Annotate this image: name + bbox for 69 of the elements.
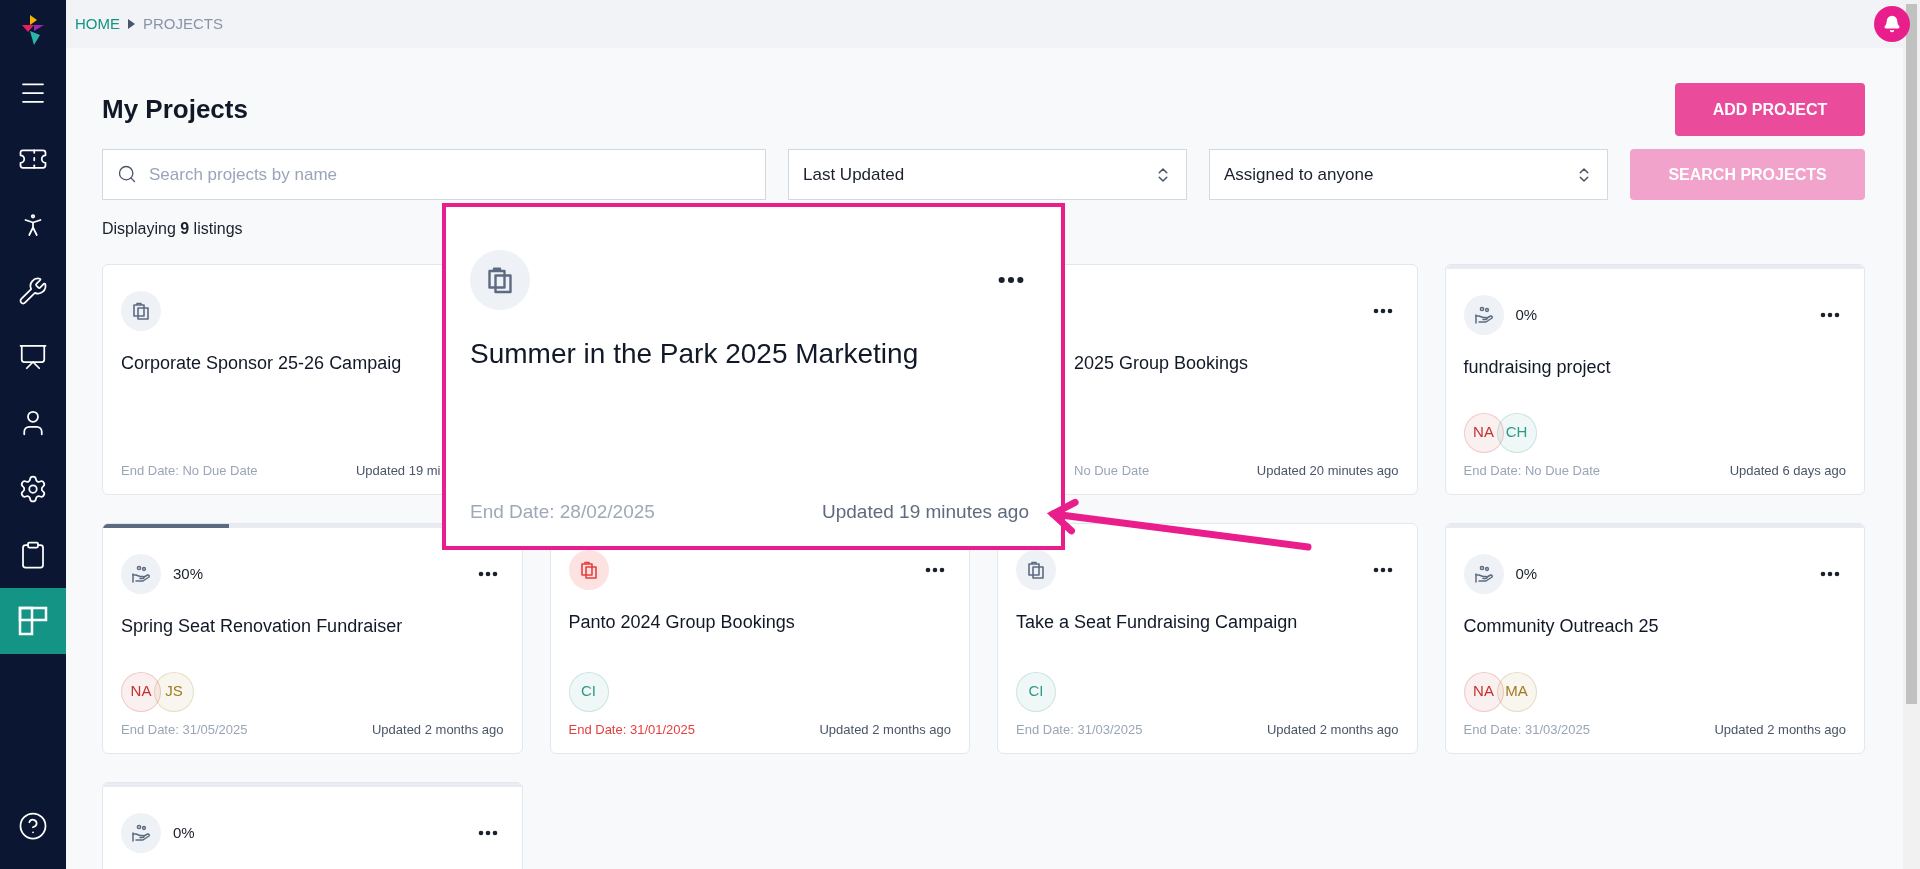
project-title: Take a Seat Fundraising Campaign bbox=[1016, 611, 1299, 634]
project-card[interactable]: 30% Spring Seat Renovation Fundraiser NA JS End Date: 31/05/2025 Updated 2 months ago bbox=[102, 523, 523, 754]
caret-icon bbox=[128, 19, 135, 29]
updated-time: Updated 2 months ago bbox=[1266, 720, 1399, 739]
updated-time: Updated 20 minutes ago bbox=[1256, 461, 1399, 480]
project-title: Panto 2024 Group Bookings bbox=[568, 611, 796, 634]
project-card[interactable]: 0% fundraising project NA CH End Date: No Due Date Updated 6 days ago bbox=[1444, 264, 1865, 495]
ellipsis-icon bbox=[997, 276, 1025, 284]
hand-icon bbox=[131, 564, 151, 584]
user-avatar: CI bbox=[1016, 671, 1056, 712]
bag-icon bbox=[131, 301, 151, 321]
project-card[interactable]: 0% Community Outreach 25 NA MA End Date: 31/03/2025 Updated 2 months ago bbox=[1444, 523, 1865, 754]
hand-icon bbox=[1473, 305, 1494, 325]
bell-icon bbox=[1883, 15, 1901, 33]
settings-icon bbox=[18, 474, 48, 504]
help-icon bbox=[18, 811, 48, 841]
add-project-button[interactable]: ADD PROJECT bbox=[1675, 83, 1865, 136]
updated-time: Updated 2 months ago bbox=[371, 720, 504, 739]
progress-percent: 0% bbox=[1515, 563, 1538, 584]
bag-icon bbox=[1026, 560, 1046, 580]
ellipsis-icon bbox=[1372, 308, 1393, 314]
end-date: End Date: 31/03/2025 bbox=[1463, 720, 1590, 739]
wrench-icon bbox=[18, 276, 48, 306]
hand-icon bbox=[131, 823, 151, 843]
sort-select[interactable]: Last Updated bbox=[788, 149, 1187, 200]
end-date: End Date: No Due Date bbox=[121, 461, 258, 480]
progress-percent: 0% bbox=[173, 822, 195, 843]
updated-time: Updated 19 mi bbox=[355, 461, 441, 480]
user-avatar: CI bbox=[568, 671, 609, 712]
project-title: Corporate Sponsor 25-26 Campaig bbox=[121, 352, 403, 375]
project-card[interactable]: Take a Seat Fundraising Campaign CI End Date: 31/03/2025 Updated 2 months ago bbox=[997, 523, 1418, 754]
ellipsis-icon bbox=[1820, 571, 1840, 577]
project-title: 2025 Group Bookings bbox=[1074, 352, 1250, 375]
progress-percent: 0% bbox=[1515, 304, 1538, 325]
updated-time: Updated 19 minutes ago bbox=[821, 499, 1029, 524]
hand-icon bbox=[1473, 564, 1494, 584]
end-date: End Date: 28/02/2025 bbox=[470, 499, 655, 524]
presentation-board-icon bbox=[18, 342, 48, 372]
user-avatar: JS bbox=[154, 671, 194, 712]
updated-time: Updated 2 months ago bbox=[819, 720, 951, 739]
progress-percent: 30% bbox=[173, 563, 204, 584]
end-date: End Date: No Due Date bbox=[1463, 461, 1601, 480]
project-title: fundraising project bbox=[1463, 356, 1612, 379]
end-date: No Due Date bbox=[1074, 461, 1150, 480]
ellipsis-icon bbox=[477, 830, 498, 836]
bag-icon bbox=[485, 265, 515, 295]
user-avatar: CH bbox=[1496, 412, 1537, 453]
ellipsis-icon bbox=[925, 567, 945, 573]
ellipsis-icon bbox=[477, 571, 498, 577]
bag-icon bbox=[578, 560, 599, 580]
search-field[interactable]: Search projects by name bbox=[102, 149, 766, 200]
search-icon bbox=[117, 164, 137, 184]
user-avatar: MA bbox=[1496, 671, 1537, 712]
end-date: End Date: 31/03/2025 bbox=[1016, 720, 1143, 739]
listing-count: Displaying 9 listings bbox=[102, 219, 244, 237]
assignee-select[interactable]: Assigned to anyone bbox=[1209, 149, 1608, 200]
ellipsis-icon bbox=[1820, 312, 1840, 318]
updated-time: Updated 6 days ago bbox=[1729, 461, 1846, 480]
project-title: Spring Seat Renovation Fundraiser bbox=[121, 615, 404, 638]
project-card[interactable]: 0% bbox=[102, 782, 523, 869]
end-date: End Date: 31/05/2025 bbox=[121, 720, 248, 739]
project-title: Community Outreach 25 bbox=[1463, 615, 1660, 638]
updated-time: Updated 2 months ago bbox=[1714, 720, 1846, 739]
page-title: My Projects bbox=[102, 93, 248, 126]
logo-icon bbox=[20, 13, 46, 47]
ellipsis-icon bbox=[1372, 567, 1393, 573]
board-icon bbox=[18, 606, 48, 636]
end-date: End Date: 31/01/2025 bbox=[568, 720, 695, 739]
breadcrumb-current: PROJECTS bbox=[143, 13, 223, 34]
